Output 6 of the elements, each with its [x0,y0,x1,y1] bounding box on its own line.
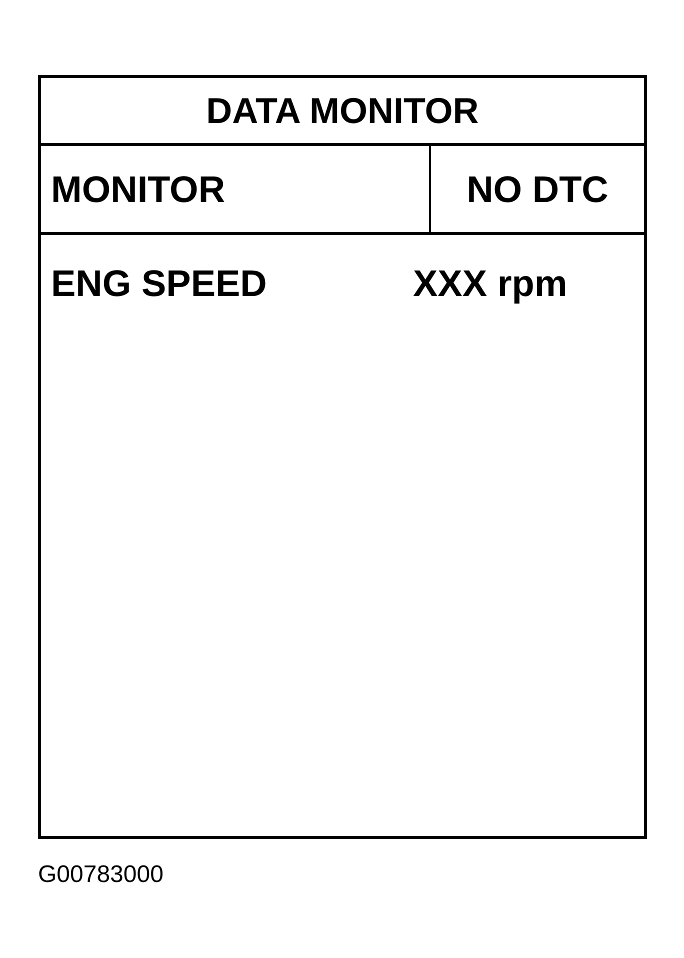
parameter-label: ENG SPEED [51,264,268,302]
screen-title: DATA MONITOR [206,92,479,128]
status-label: NO DTC [466,170,608,208]
figure-code: G00783000 [38,863,164,887]
mode-label: MONITOR [51,170,226,208]
parameter-value: XXX rpm [413,264,568,302]
